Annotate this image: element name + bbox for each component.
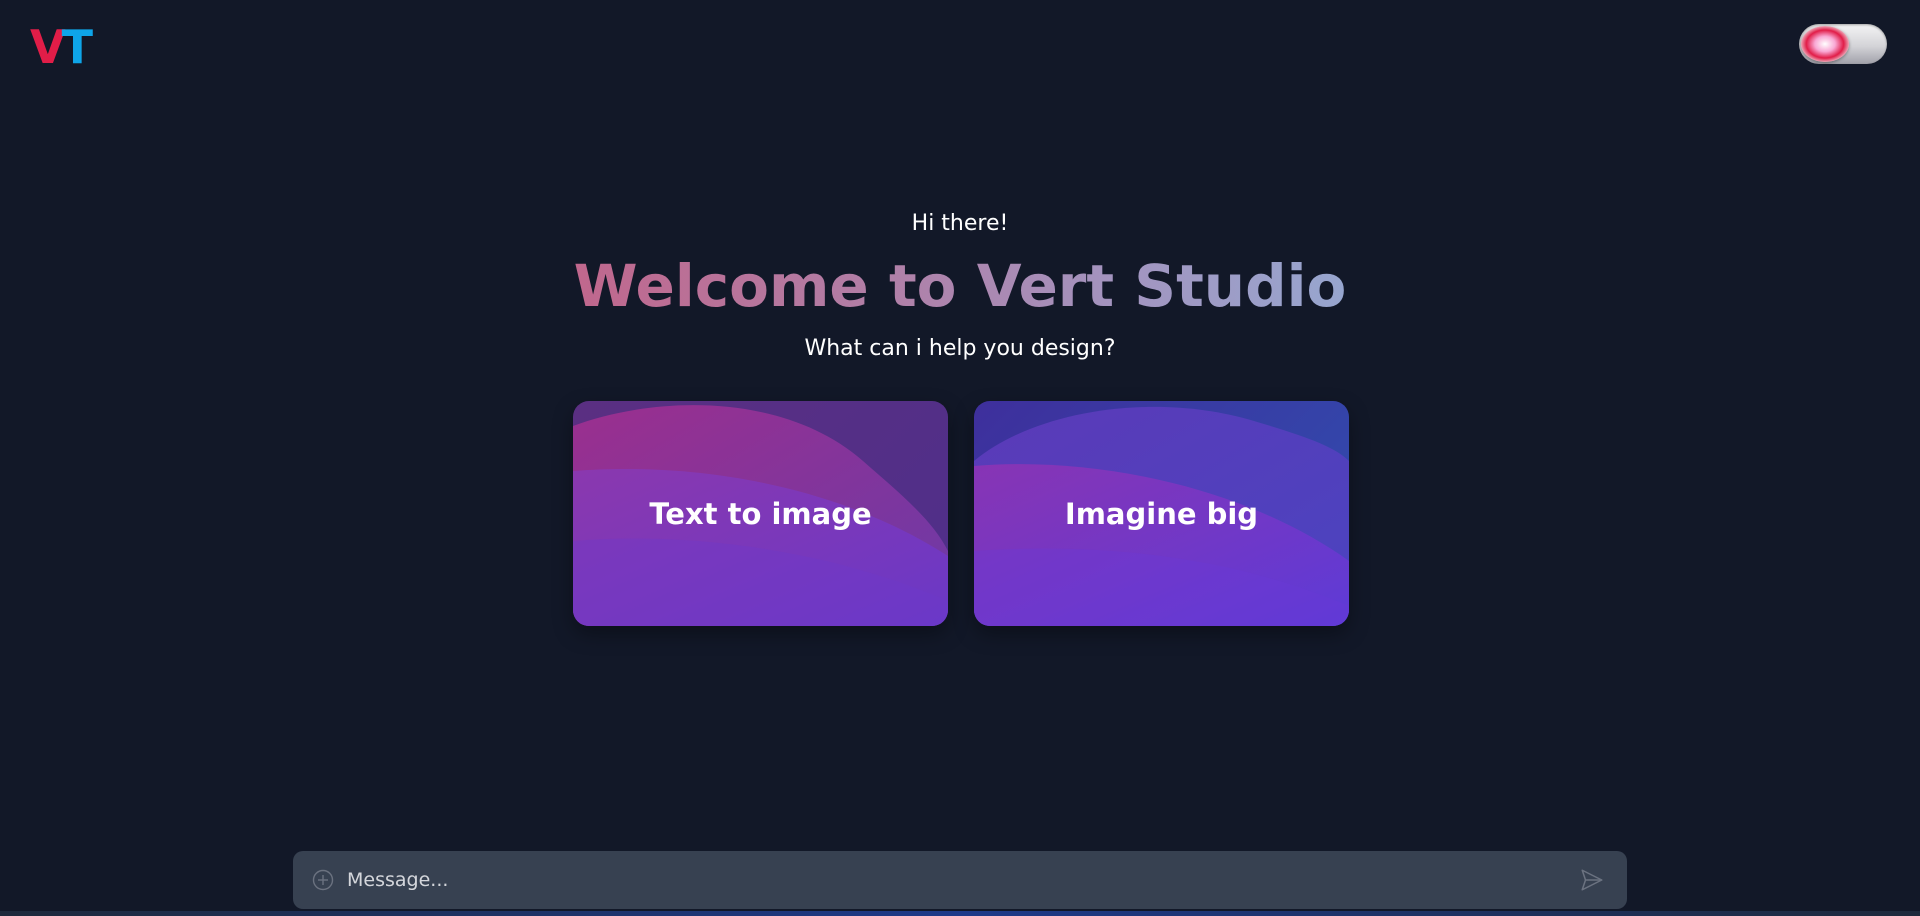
send-icon[interactable] (1577, 865, 1607, 895)
page-title: Welcome to Vert Studio (573, 252, 1347, 320)
brand-logo[interactable]: VT (30, 24, 93, 70)
hero-section: Hi there! Welcome to Vert Studio What ca… (0, 208, 1920, 364)
app-root: VT Hi there! Welcome to Vert Studio What… (0, 0, 1920, 916)
card-text-to-image[interactable]: Text to image (573, 401, 948, 626)
suggestion-cards: Text to image Imagine big (573, 401, 1349, 626)
message-composer (293, 851, 1627, 909)
logo-letter-t: T (61, 20, 93, 74)
card-label: Imagine big (1064, 496, 1259, 531)
card-label: Text to image (649, 496, 872, 531)
logo-letter-v: V (30, 20, 66, 74)
greeting-text: Hi there! (911, 211, 1009, 236)
subtitle-text: What can i help you design? (804, 336, 1116, 361)
theme-toggle-knob (1801, 26, 1849, 62)
card-imagine-big[interactable]: Imagine big (974, 401, 1349, 626)
plus-circle-icon[interactable] (311, 868, 335, 892)
taskbar-strip (0, 911, 1920, 916)
message-input[interactable] (345, 859, 1577, 901)
theme-toggle[interactable] (1799, 24, 1887, 64)
